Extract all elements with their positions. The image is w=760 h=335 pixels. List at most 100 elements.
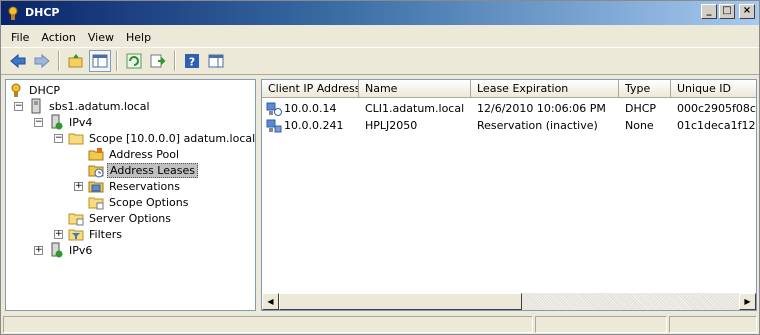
toolbar: ?: [1, 47, 759, 75]
ipv4-server-icon: [51, 114, 63, 130]
server-icon: [31, 98, 41, 114]
cell-name: HPLJ2050: [365, 119, 418, 132]
table-row[interactable]: 10.0.0.241 HPLJ2050 Reservation (inactiv…: [262, 117, 756, 134]
status-panel-secondary: [535, 316, 667, 333]
minimize-button[interactable]: _: [701, 4, 717, 19]
svg-text:?: ?: [189, 56, 195, 69]
window-title: DHCP: [25, 6, 60, 19]
toolbar-separator: [174, 51, 176, 71]
tree-item-filters[interactable]: Filters: [68, 226, 124, 242]
forward-icon: [34, 53, 50, 69]
tree-item-address-pool[interactable]: Address Pool: [88, 146, 181, 162]
column-header-lease-expiration[interactable]: Lease Expiration: [471, 80, 619, 98]
server-options-icon: [68, 213, 84, 226]
filters-icon: [68, 229, 84, 241]
refresh-button[interactable]: [123, 50, 145, 72]
cell-name: CLI1.adatum.local: [365, 102, 465, 115]
tree-item-scope-options[interactable]: Scope Options: [88, 194, 190, 210]
back-icon: [10, 53, 26, 69]
status-panel-tertiary: [669, 316, 757, 333]
tree-item-dhcp-root[interactable]: DHCP: [8, 82, 62, 98]
properties-view-button[interactable]: [205, 50, 227, 72]
cell-lease-expiration: Reservation (inactive): [477, 119, 598, 132]
column-header-unique-id[interactable]: Unique ID: [671, 80, 756, 98]
menu-bar: File Action View Help: [1, 27, 759, 47]
horizontal-scrollbar[interactable]: ◀ ▶: [262, 293, 756, 310]
properties-view-icon: [208, 54, 224, 68]
column-header-name[interactable]: Name: [359, 80, 471, 98]
tree-item-address-leases[interactable]: Address Leases: [88, 162, 198, 178]
scrollbar-thumb[interactable]: [279, 293, 522, 310]
export-list-icon: [150, 54, 166, 68]
scope-options-icon: [88, 197, 104, 210]
expand-toggle[interactable]: +: [74, 182, 83, 191]
tree-item-scope[interactable]: Scope [10.0.0.0] adatum.local: [68, 130, 256, 146]
ipv6-server-icon: [51, 242, 63, 258]
folder-icon: [68, 133, 84, 145]
lease-list[interactable]: Client IP Address Name Lease Expiration …: [261, 79, 757, 311]
expand-toggle[interactable]: +: [54, 230, 63, 239]
menu-help[interactable]: Help: [120, 29, 157, 46]
cell-type: DHCP: [625, 102, 657, 115]
tree-item-label: DHCP: [29, 83, 61, 97]
tree-item-ipv4[interactable]: IPv4: [48, 114, 94, 130]
menu-action[interactable]: Action: [35, 29, 81, 46]
tree-item-label: Scope [10.0.0.0] adatum.local: [89, 131, 256, 145]
dhcp-root-icon: [11, 83, 21, 97]
toolbar-separator: [58, 51, 60, 71]
scroll-right-button[interactable]: ▶: [739, 293, 756, 310]
scroll-left-button[interactable]: ◀: [262, 293, 279, 310]
cell-unique-id: 000c2905f08c: [677, 102, 756, 115]
tree-item-label: IPv6: [69, 243, 93, 257]
tree-item-label: sbs1.adatum.local: [49, 99, 150, 113]
dhcp-app-icon: [8, 6, 18, 20]
lease-client-icon: [266, 102, 282, 116]
tree-item-label: Address Pool: [109, 147, 180, 161]
back-button[interactable]: [7, 50, 29, 72]
maximize-button[interactable]: □: [719, 4, 735, 19]
column-header-client-ip[interactable]: Client IP Address: [262, 80, 359, 98]
collapse-toggle[interactable]: −: [54, 134, 63, 143]
up-folder-icon: [68, 54, 83, 68]
column-header-type[interactable]: Type: [619, 80, 671, 98]
menu-view[interactable]: View: [82, 29, 120, 46]
title-bar[interactable]: DHCP _ □ ×: [1, 1, 759, 25]
tree-item-server-options[interactable]: Server Options: [68, 210, 173, 226]
export-list-button[interactable]: [147, 50, 169, 72]
tree-item-label: Server Options: [89, 211, 172, 225]
cell-unique-id: 01c1deca1f12: [677, 119, 756, 132]
show-hide-console-tree-button[interactable]: [89, 50, 111, 72]
refresh-icon: [126, 53, 142, 69]
tree-item-ipv6[interactable]: IPv6: [48, 242, 94, 258]
forward-button[interactable]: [31, 50, 53, 72]
cell-type: None: [625, 119, 654, 132]
tree-item-label: IPv4: [69, 115, 93, 129]
tree-item-reservations[interactable]: Reservations: [88, 178, 182, 194]
close-button[interactable]: ×: [739, 4, 755, 19]
reservation-client-icon: [266, 119, 282, 132]
cell-client-ip: 10.0.0.241: [262, 118, 359, 134]
tree-item-label: Scope Options: [109, 195, 189, 209]
table-row[interactable]: 10.0.0.14 CLI1.adatum.local 12/6/2010 10…: [262, 100, 756, 117]
tree-item-label: Reservations: [109, 179, 180, 193]
collapse-toggle[interactable]: −: [34, 118, 43, 127]
reservations-icon: [88, 181, 104, 193]
tree-item-label: Address Leases: [107, 162, 198, 178]
status-bar: [1, 315, 759, 334]
tree-item-server[interactable]: sbs1.adatum.local: [28, 98, 152, 114]
expand-toggle[interactable]: +: [34, 246, 43, 255]
collapse-toggle[interactable]: −: [14, 102, 23, 111]
status-panel-main: [3, 316, 533, 333]
help-icon: ?: [185, 54, 199, 69]
menu-file[interactable]: File: [5, 29, 35, 46]
help-button[interactable]: ?: [181, 50, 203, 72]
address-leases-icon: [88, 165, 104, 178]
dhcp-window: DHCP _ □ × File Action View Help ? DHCP …: [0, 0, 760, 335]
tree-item-label: Filters: [89, 227, 122, 241]
show-hide-tree-icon: [92, 54, 108, 68]
console-tree[interactable]: DHCP − sbs1.adatum.local − IPv4 − Scope …: [5, 79, 256, 311]
cell-lease-expiration: 12/6/2010 10:06:06 PM: [477, 102, 606, 115]
cell-client-ip: 10.0.0.14: [262, 101, 359, 117]
address-pool-icon: [88, 148, 104, 161]
up-one-level-button[interactable]: [65, 50, 87, 72]
